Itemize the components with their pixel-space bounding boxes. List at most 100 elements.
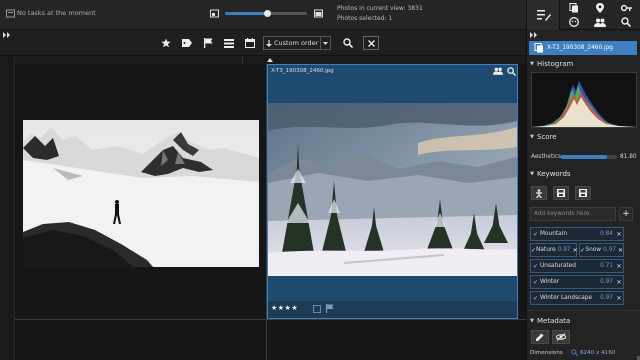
keyword-chip[interactable]: ✓ Winter 0.97 ✕ (530, 275, 624, 289)
expand-left-icon[interactable] (3, 32, 11, 38)
keyword-score: 0.71 (600, 263, 613, 269)
star-rating[interactable]: ★★★★ (271, 304, 298, 312)
collapse-triangle-icon: ▼ (530, 60, 534, 67)
slider-handle[interactable] (264, 10, 272, 17)
selected-file-name: X-T3_190308_2460.jpg (547, 45, 613, 51)
photos-in-view: Photos in current view: 3831 (337, 5, 423, 12)
save-icon (557, 189, 565, 197)
keyword-score: 0.97 (600, 279, 613, 285)
load-keywords-button[interactable] (575, 186, 591, 200)
add-keyword-button[interactable]: + (619, 207, 633, 221)
keyword-chip[interactable]: ✓ Unsaturated 0.71 ✕ (530, 259, 624, 273)
keyword-chip[interactable]: ✓ Snow 0.97 ✕ (579, 243, 624, 257)
sort-order-select[interactable]: Custom order (263, 36, 331, 50)
small-thumbnails-icon[interactable] (210, 9, 219, 18)
remove-keyword-icon[interactable]: ✕ (618, 247, 623, 254)
keyword-label: Mountain (540, 231, 568, 237)
remove-keyword-icon[interactable]: ✕ (615, 295, 623, 302)
keywords-title: Keywords (537, 169, 571, 178)
flag-icon[interactable] (326, 304, 334, 313)
keyword-chip[interactable]: ✓ Mountain 0.84 ✕ (530, 227, 624, 241)
aesthetics-value: 81.80 (620, 154, 637, 160)
copy-icon (534, 43, 543, 53)
score-title: Score (537, 132, 557, 141)
photo-card-selected[interactable]: X-T3_190308_2460.jpg ★★★★ (267, 64, 518, 319)
keyword-chip[interactable]: ✓ Nature 0.97 ✕ (530, 243, 578, 257)
remove-keyword-icon[interactable]: ✕ (615, 231, 623, 238)
hide-metadata-button[interactable] (552, 330, 570, 344)
tasks-status: No tasks at the moment (17, 9, 96, 17)
collapse-triangle-icon: ▼ (530, 133, 534, 140)
edit-list-icon (533, 8, 555, 22)
copy-icon[interactable] (563, 1, 585, 15)
chevron-down-icon[interactable] (320, 37, 330, 49)
large-thumbnails-icon[interactable] (314, 9, 323, 18)
flag-filter-icon[interactable] (201, 36, 215, 50)
search-filter-icon[interactable] (341, 36, 355, 50)
tag-filter-icon[interactable] (180, 36, 194, 50)
key-icon[interactable] (615, 1, 637, 15)
face-icon[interactable] (563, 15, 585, 29)
tasks-icon (6, 9, 15, 18)
sort-direction-icon (264, 39, 274, 47)
aesthetics-label: Aesthetics: (531, 154, 564, 160)
selected-file-header: X-T3_190308_2460.jpg (529, 41, 637, 55)
location-pin-icon[interactable] (589, 1, 611, 15)
close-icon (367, 39, 375, 47)
filter-toolbar: Custom order (0, 30, 526, 56)
remove-keyword-icon[interactable]: ✕ (615, 279, 623, 286)
histogram-chart (531, 72, 637, 128)
score-header[interactable]: ▼ Score (527, 130, 640, 143)
thumbnail-size-slider[interactable] (225, 10, 307, 17)
aesthetics-bar (561, 155, 617, 159)
remove-keyword-icon[interactable]: ✕ (615, 263, 623, 270)
photo-card-footer: ★★★★ (268, 301, 517, 318)
keywords-header[interactable]: ▼ Keywords (527, 167, 640, 180)
people-icon[interactable] (589, 15, 611, 29)
photo-card[interactable] (15, 64, 266, 319)
check-icon: ✓ (532, 278, 539, 286)
collapse-panel-icon[interactable] (530, 32, 538, 38)
keyword-score: 0.97 (603, 247, 616, 253)
keyword-score: 0.97 (557, 247, 571, 253)
edit-metadata-button[interactable] (531, 330, 549, 344)
keyword-label: Unsaturated (540, 263, 576, 269)
keyword-label: Snow (585, 247, 602, 253)
metadata-title: Metadata (537, 316, 571, 325)
star-filter-icon[interactable] (159, 36, 173, 50)
list-view-icon[interactable] (222, 36, 236, 50)
timeline-collapse-strip[interactable] (242, 56, 526, 64)
photo-filename: X-T3_190308_2460.jpg (271, 68, 334, 74)
grid-divider (15, 319, 526, 320)
metadata-header[interactable]: ▼ Metadata (527, 314, 640, 327)
section-divider (527, 310, 640, 311)
keyword-score: 0.84 (600, 231, 613, 237)
left-collapsed-panel (0, 56, 15, 360)
photos-selected: Photos selected: 1 (337, 15, 393, 22)
remove-keyword-icon[interactable]: ✕ (573, 247, 578, 254)
people-icon[interactable] (493, 67, 503, 75)
chevron-up-icon[interactable] (267, 58, 273, 62)
check-icon: ✓ (532, 230, 539, 238)
collapse-triangle-icon: ▼ (530, 317, 534, 324)
panel-tabs (526, 0, 640, 30)
search-icon[interactable] (615, 15, 637, 29)
sort-order-label: Custom order (274, 39, 319, 47)
zoom-icon[interactable] (507, 67, 516, 76)
eye-off-icon (556, 333, 566, 341)
collapse-triangle-icon: ▼ (530, 170, 534, 177)
keyword-label: Winter (540, 279, 560, 285)
search-icon[interactable] (571, 349, 579, 357)
save-keywords-button[interactable] (553, 186, 569, 200)
keyword-chip[interactable]: ✓ Winter Landscape 0.97 ✕ (530, 291, 624, 305)
tab-edit[interactable] (527, 0, 560, 30)
color-label-checkbox[interactable] (313, 305, 321, 313)
histogram-title: Histogram (537, 59, 574, 68)
people-tag-button[interactable] (531, 186, 547, 200)
clear-filters-button[interactable] (363, 36, 379, 50)
photo-thumbnail-mountain[interactable] (23, 120, 259, 267)
histogram-header[interactable]: ▼ Histogram (527, 57, 640, 70)
keyword-input[interactable]: Add keywords here (530, 207, 616, 221)
calendar-icon[interactable] (243, 36, 257, 50)
photo-thumbnail-forest[interactable] (268, 103, 517, 276)
